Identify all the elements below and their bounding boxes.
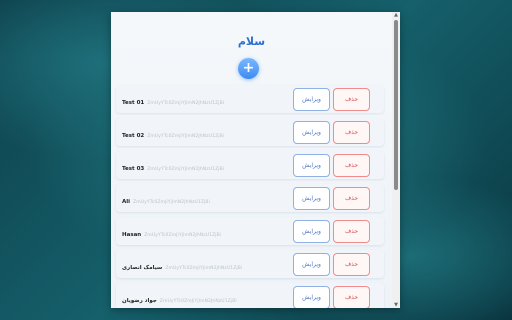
scroll-down-arrow-icon[interactable]: ▼	[392, 302, 400, 308]
item-name: سیامک انصاری	[122, 265, 163, 271]
item-name: جواد رضویان	[122, 298, 157, 304]
item-name: Ali	[122, 199, 131, 205]
list-item: Ali ZmUyYTc0ZmJiYjlmN2JhNzU1ZjBi ویرایش ح…	[116, 184, 384, 212]
delete-button[interactable]: حذف	[333, 121, 370, 144]
item-secret: ZmUyYTc0ZmJiYjlmN2JhNzU1ZjBi	[159, 299, 237, 304]
scroll-up-arrow-icon[interactable]: ▲	[392, 12, 400, 18]
account-list: Test 01 ZmUyYTc0ZmJiYjlmN2JhNzU1ZjBi ویرا…	[116, 85, 384, 308]
delete-button[interactable]: حذف	[333, 286, 370, 308]
list-item-text: Test 01 ZmUyYTc0ZmJiYjlmN2JhNzU1ZjBi	[122, 85, 292, 113]
item-secret: ZmUyYTc0ZmJiYjlmN2JhNzU1ZjBi	[147, 134, 225, 139]
item-secret: ZmUyYTc0ZmJiYjlmN2JhNzU1ZjBi	[147, 101, 225, 106]
item-name: Hasan	[122, 232, 142, 238]
list-item-text: Ali ZmUyYTc0ZmJiYjlmN2JhNzU1ZjBi	[122, 184, 292, 212]
item-secret: ZmUyYTc0ZmJiYjlmN2JhNzU1ZjBi	[165, 266, 243, 271]
scrollbar-thumb[interactable]	[394, 20, 398, 190]
delete-button[interactable]: حذف	[333, 220, 370, 243]
list-item: Hasan ZmUyYTc0ZmJiYjlmN2JhNzU1ZjBi ویرایش…	[116, 217, 384, 245]
list-item-text: Test 02 ZmUyYTc0ZmJiYjlmN2JhNzU1ZjBi	[122, 118, 292, 146]
item-secret: ZmUyYTc0ZmJiYjlmN2JhNzU1ZjBi	[144, 233, 222, 238]
list-item-text: Hasan ZmUyYTc0ZmJiYjlmN2JhNzU1ZjBi	[122, 217, 292, 245]
list-item: Test 03 ZmUyYTc0ZmJiYjlmN2JhNzU1ZjBi ویرا…	[116, 151, 384, 179]
item-secret: ZmUyYTc0ZmJiYjlmN2JhNzU1ZjBi	[147, 167, 225, 172]
item-secret: ZmUyYTc0ZmJiYjlmN2JhNzU1ZjBi	[133, 200, 210, 205]
vertical-scrollbar[interactable]: ▲ ▼	[392, 12, 400, 308]
list-item-text: سیامک انصاری ZmUyYTc0ZmJiYjlmN2JhNzU1ZjBi	[122, 250, 292, 278]
edit-button[interactable]: ویرایش	[293, 154, 330, 177]
list-item-text: جواد رضویان ZmUyYTc0ZmJiYjlmN2JhNzU1ZjBi	[122, 283, 292, 308]
delete-button[interactable]: حذف	[333, 187, 370, 210]
edit-button[interactable]: ویرایش	[293, 88, 330, 111]
scroll-area: سلام + Test 01 ZmUyYTc0ZmJiYjlmN2JhNzU1Zj…	[111, 12, 392, 308]
edit-button[interactable]: ویرایش	[293, 121, 330, 144]
list-item: جواد رضویان ZmUyYTc0ZmJiYjlmN2JhNzU1ZjBi …	[116, 283, 384, 308]
add-button[interactable]: +	[238, 58, 259, 79]
item-name: Test 02	[122, 133, 145, 139]
delete-button[interactable]: حذف	[333, 154, 370, 177]
edit-button[interactable]: ویرایش	[293, 286, 330, 308]
list-item: Test 02 ZmUyYTc0ZmJiYjlmN2JhNzU1ZjBi ویرا…	[116, 118, 384, 146]
delete-button[interactable]: حذف	[333, 253, 370, 276]
item-name: Test 01	[122, 100, 145, 106]
delete-button[interactable]: حذف	[333, 88, 370, 111]
edit-button[interactable]: ویرایش	[293, 187, 330, 210]
page-title: سلام	[237, 35, 266, 48]
popup-window: سلام + Test 01 ZmUyYTc0ZmJiYjlmN2JhNzU1Zj…	[111, 12, 400, 308]
edit-button[interactable]: ویرایش	[293, 220, 330, 243]
list-item-text: Test 03 ZmUyYTc0ZmJiYjlmN2JhNzU1ZjBi	[122, 151, 292, 179]
edit-button[interactable]: ویرایش	[293, 253, 330, 276]
item-name: Test 03	[122, 166, 145, 172]
list-item: سیامک انصاری ZmUyYTc0ZmJiYjlmN2JhNzU1ZjBi…	[116, 250, 384, 278]
list-item: Test 01 ZmUyYTc0ZmJiYjlmN2JhNzU1ZjBi ویرا…	[116, 85, 384, 113]
